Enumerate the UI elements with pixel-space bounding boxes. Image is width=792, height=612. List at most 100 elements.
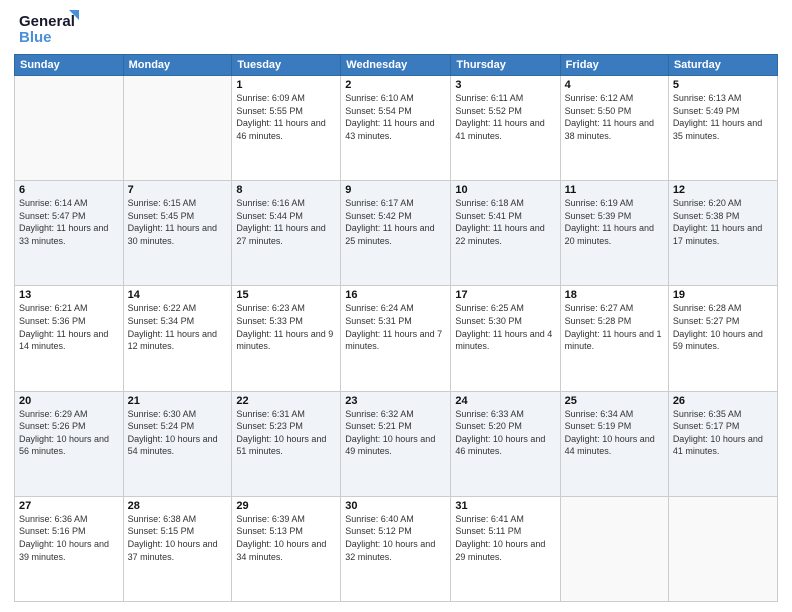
day-number: 18	[565, 289, 664, 301]
weekday-header-sunday: Sunday	[15, 55, 124, 76]
calendar-cell: 27Sunrise: 6:36 AM Sunset: 5:16 PM Dayli…	[15, 496, 124, 601]
week-row-5: 27Sunrise: 6:36 AM Sunset: 5:16 PM Dayli…	[15, 496, 778, 601]
calendar-cell: 26Sunrise: 6:35 AM Sunset: 5:17 PM Dayli…	[668, 391, 777, 496]
calendar-cell	[123, 76, 232, 181]
day-info: Sunrise: 6:41 AM Sunset: 5:11 PM Dayligh…	[455, 513, 555, 563]
day-info: Sunrise: 6:21 AM Sunset: 5:36 PM Dayligh…	[19, 302, 119, 352]
logo: GeneralBlue	[14, 10, 84, 46]
day-number: 20	[19, 395, 119, 407]
day-number: 22	[236, 395, 336, 407]
day-number: 7	[128, 184, 228, 196]
day-info: Sunrise: 6:12 AM Sunset: 5:50 PM Dayligh…	[565, 92, 664, 142]
calendar-cell: 3Sunrise: 6:11 AM Sunset: 5:52 PM Daylig…	[451, 76, 560, 181]
weekday-header-wednesday: Wednesday	[341, 55, 451, 76]
weekday-header-tuesday: Tuesday	[232, 55, 341, 76]
day-info: Sunrise: 6:27 AM Sunset: 5:28 PM Dayligh…	[565, 302, 664, 352]
page: GeneralBlue SundayMondayTuesdayWednesday…	[0, 0, 792, 612]
calendar-cell	[15, 76, 124, 181]
calendar-cell: 5Sunrise: 6:13 AM Sunset: 5:49 PM Daylig…	[668, 76, 777, 181]
day-number: 16	[345, 289, 446, 301]
calendar-cell: 17Sunrise: 6:25 AM Sunset: 5:30 PM Dayli…	[451, 286, 560, 391]
day-number: 3	[455, 79, 555, 91]
calendar-cell: 4Sunrise: 6:12 AM Sunset: 5:50 PM Daylig…	[560, 76, 668, 181]
calendar-cell: 1Sunrise: 6:09 AM Sunset: 5:55 PM Daylig…	[232, 76, 341, 181]
calendar-cell: 19Sunrise: 6:28 AM Sunset: 5:27 PM Dayli…	[668, 286, 777, 391]
calendar-cell: 16Sunrise: 6:24 AM Sunset: 5:31 PM Dayli…	[341, 286, 451, 391]
weekday-header-friday: Friday	[560, 55, 668, 76]
day-info: Sunrise: 6:25 AM Sunset: 5:30 PM Dayligh…	[455, 302, 555, 352]
day-number: 11	[565, 184, 664, 196]
calendar-cell	[668, 496, 777, 601]
day-info: Sunrise: 6:39 AM Sunset: 5:13 PM Dayligh…	[236, 513, 336, 563]
week-row-1: 1Sunrise: 6:09 AM Sunset: 5:55 PM Daylig…	[15, 76, 778, 181]
calendar-cell: 28Sunrise: 6:38 AM Sunset: 5:15 PM Dayli…	[123, 496, 232, 601]
day-info: Sunrise: 6:40 AM Sunset: 5:12 PM Dayligh…	[345, 513, 446, 563]
day-info: Sunrise: 6:09 AM Sunset: 5:55 PM Dayligh…	[236, 92, 336, 142]
day-number: 13	[19, 289, 119, 301]
calendar-cell	[560, 496, 668, 601]
day-number: 5	[673, 79, 773, 91]
svg-text:General: General	[19, 13, 75, 30]
day-number: 21	[128, 395, 228, 407]
day-info: Sunrise: 6:24 AM Sunset: 5:31 PM Dayligh…	[345, 302, 446, 352]
calendar-cell: 15Sunrise: 6:23 AM Sunset: 5:33 PM Dayli…	[232, 286, 341, 391]
header: GeneralBlue	[14, 10, 778, 46]
day-info: Sunrise: 6:35 AM Sunset: 5:17 PM Dayligh…	[673, 408, 773, 458]
day-number: 8	[236, 184, 336, 196]
calendar-cell: 25Sunrise: 6:34 AM Sunset: 5:19 PM Dayli…	[560, 391, 668, 496]
day-info: Sunrise: 6:38 AM Sunset: 5:15 PM Dayligh…	[128, 513, 228, 563]
day-number: 27	[19, 500, 119, 512]
day-info: Sunrise: 6:22 AM Sunset: 5:34 PM Dayligh…	[128, 302, 228, 352]
day-info: Sunrise: 6:30 AM Sunset: 5:24 PM Dayligh…	[128, 408, 228, 458]
day-number: 26	[673, 395, 773, 407]
calendar-cell: 24Sunrise: 6:33 AM Sunset: 5:20 PM Dayli…	[451, 391, 560, 496]
week-row-3: 13Sunrise: 6:21 AM Sunset: 5:36 PM Dayli…	[15, 286, 778, 391]
day-number: 29	[236, 500, 336, 512]
calendar-cell: 7Sunrise: 6:15 AM Sunset: 5:45 PM Daylig…	[123, 181, 232, 286]
day-number: 17	[455, 289, 555, 301]
day-number: 2	[345, 79, 446, 91]
day-info: Sunrise: 6:19 AM Sunset: 5:39 PM Dayligh…	[565, 197, 664, 247]
day-info: Sunrise: 6:18 AM Sunset: 5:41 PM Dayligh…	[455, 197, 555, 247]
weekday-header-row: SundayMondayTuesdayWednesdayThursdayFrid…	[15, 55, 778, 76]
day-info: Sunrise: 6:17 AM Sunset: 5:42 PM Dayligh…	[345, 197, 446, 247]
calendar-cell: 10Sunrise: 6:18 AM Sunset: 5:41 PM Dayli…	[451, 181, 560, 286]
day-info: Sunrise: 6:23 AM Sunset: 5:33 PM Dayligh…	[236, 302, 336, 352]
day-number: 4	[565, 79, 664, 91]
day-info: Sunrise: 6:33 AM Sunset: 5:20 PM Dayligh…	[455, 408, 555, 458]
day-number: 12	[673, 184, 773, 196]
day-info: Sunrise: 6:34 AM Sunset: 5:19 PM Dayligh…	[565, 408, 664, 458]
day-number: 6	[19, 184, 119, 196]
day-number: 24	[455, 395, 555, 407]
logo-icon: GeneralBlue	[14, 10, 84, 46]
day-info: Sunrise: 6:20 AM Sunset: 5:38 PM Dayligh…	[673, 197, 773, 247]
calendar-cell: 31Sunrise: 6:41 AM Sunset: 5:11 PM Dayli…	[451, 496, 560, 601]
day-info: Sunrise: 6:29 AM Sunset: 5:26 PM Dayligh…	[19, 408, 119, 458]
day-number: 1	[236, 79, 336, 91]
weekday-header-saturday: Saturday	[668, 55, 777, 76]
calendar-table: SundayMondayTuesdayWednesdayThursdayFrid…	[14, 54, 778, 602]
calendar-cell: 21Sunrise: 6:30 AM Sunset: 5:24 PM Dayli…	[123, 391, 232, 496]
calendar-cell: 14Sunrise: 6:22 AM Sunset: 5:34 PM Dayli…	[123, 286, 232, 391]
calendar-cell: 2Sunrise: 6:10 AM Sunset: 5:54 PM Daylig…	[341, 76, 451, 181]
day-number: 14	[128, 289, 228, 301]
day-info: Sunrise: 6:13 AM Sunset: 5:49 PM Dayligh…	[673, 92, 773, 142]
day-info: Sunrise: 6:10 AM Sunset: 5:54 PM Dayligh…	[345, 92, 446, 142]
day-number: 9	[345, 184, 446, 196]
calendar-cell: 23Sunrise: 6:32 AM Sunset: 5:21 PM Dayli…	[341, 391, 451, 496]
day-info: Sunrise: 6:36 AM Sunset: 5:16 PM Dayligh…	[19, 513, 119, 563]
weekday-header-monday: Monday	[123, 55, 232, 76]
calendar-cell: 30Sunrise: 6:40 AM Sunset: 5:12 PM Dayli…	[341, 496, 451, 601]
calendar-cell: 6Sunrise: 6:14 AM Sunset: 5:47 PM Daylig…	[15, 181, 124, 286]
week-row-2: 6Sunrise: 6:14 AM Sunset: 5:47 PM Daylig…	[15, 181, 778, 286]
calendar-cell: 11Sunrise: 6:19 AM Sunset: 5:39 PM Dayli…	[560, 181, 668, 286]
day-number: 23	[345, 395, 446, 407]
day-number: 15	[236, 289, 336, 301]
day-info: Sunrise: 6:15 AM Sunset: 5:45 PM Dayligh…	[128, 197, 228, 247]
day-info: Sunrise: 6:14 AM Sunset: 5:47 PM Dayligh…	[19, 197, 119, 247]
calendar-cell: 12Sunrise: 6:20 AM Sunset: 5:38 PM Dayli…	[668, 181, 777, 286]
calendar-cell: 9Sunrise: 6:17 AM Sunset: 5:42 PM Daylig…	[341, 181, 451, 286]
day-number: 30	[345, 500, 446, 512]
day-info: Sunrise: 6:32 AM Sunset: 5:21 PM Dayligh…	[345, 408, 446, 458]
day-info: Sunrise: 6:31 AM Sunset: 5:23 PM Dayligh…	[236, 408, 336, 458]
